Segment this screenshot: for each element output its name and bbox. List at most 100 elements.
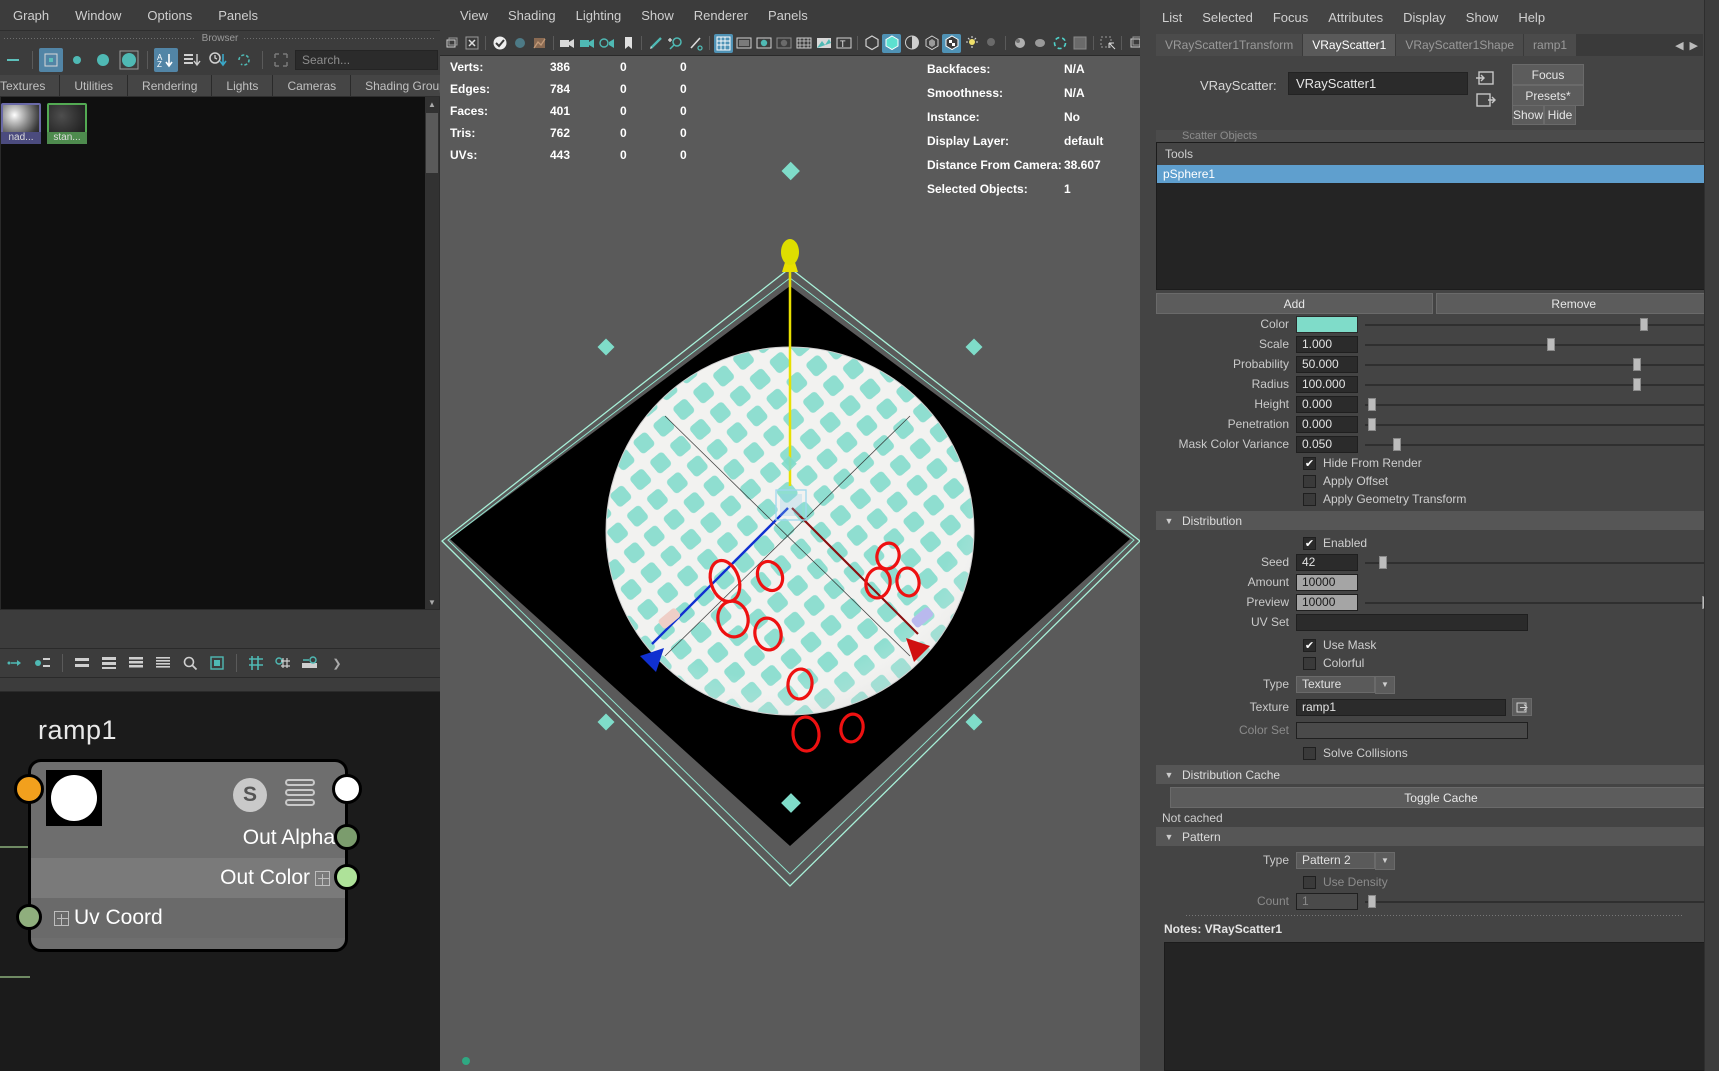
distribution-cache-section-header[interactable]: ▼ Distribution Cache <box>1156 765 1712 784</box>
swatch-size-small-icon[interactable] <box>65 48 89 72</box>
ae-tab-nav[interactable]: ◀ ▶ <box>1670 34 1703 56</box>
use-all-lights-icon[interactable] <box>962 34 981 53</box>
ne-more-icon[interactable]: ❯ <box>325 651 349 675</box>
checkbox-use-mask[interactable]: ✔ Use Mask <box>1156 636 1712 654</box>
tab-textures[interactable]: Textures <box>0 75 61 96</box>
tab-utilities[interactable]: Utilities <box>60 75 129 96</box>
amount-field[interactable]: 10000 <box>1296 573 1358 591</box>
list-item-psphere1[interactable]: pSphere1 <box>1157 165 1711 183</box>
scroll-up-icon[interactable]: ▲ <box>425 97 439 111</box>
texture-field[interactable]: ramp1 <box>1296 698 1506 716</box>
pattern-section-header[interactable]: ▼ Pattern <box>1156 827 1712 846</box>
restore-panel-icon[interactable] <box>442 34 461 53</box>
scene-render[interactable] <box>440 56 1140 1071</box>
toggle-cache-button[interactable]: Toggle Cache <box>1170 787 1712 808</box>
swatch-size-tiny-icon[interactable] <box>39 48 63 72</box>
penetration-slider[interactable] <box>1365 416 1709 433</box>
scrollbar-thumb[interactable] <box>426 113 438 173</box>
ae-tab-next-icon[interactable]: ▶ <box>1690 39 1698 52</box>
scatter-objects-header[interactable]: Scatter Objects <box>1156 130 1712 142</box>
wireframe-on-shaded-icon[interactable] <box>794 34 813 53</box>
probability-slider[interactable] <box>1365 356 1709 373</box>
distribution-type-dropdown[interactable]: Texture ▼ <box>1296 675 1395 694</box>
duplicate-icon[interactable] <box>205 651 229 675</box>
select-all-icon[interactable] <box>269 48 293 72</box>
xray-icon[interactable] <box>862 34 881 53</box>
checkbox-box[interactable] <box>1303 656 1316 670</box>
focus-button[interactable]: Focus <box>1512 64 1584 85</box>
chevron-down-icon[interactable]: ▼ <box>1375 675 1395 694</box>
node-output-port-main[interactable] <box>332 774 362 804</box>
material-swatch-area[interactable]: nad... stan... ▲ ▼ <box>0 97 440 610</box>
seed-field[interactable]: 42 <box>1296 553 1358 571</box>
ae-menu-focus[interactable]: Focus <box>1263 7 1318 28</box>
bookmark-view-icon[interactable] <box>510 34 529 53</box>
node-input-port-main[interactable] <box>14 774 44 804</box>
swatch-size-medium-icon[interactable] <box>91 48 115 72</box>
node-display-list-icon[interactable] <box>151 651 175 675</box>
checkbox-solve-collisions[interactable]: Solve Collisions <box>1156 744 1712 762</box>
hypershade-vertical-scrollbar[interactable]: ▲ ▼ <box>425 97 439 609</box>
output-connections-icon[interactable] <box>31 651 55 675</box>
ae-menu-attributes[interactable]: Attributes <box>1318 7 1393 28</box>
slider-knob[interactable] <box>1633 377 1642 391</box>
wireframe-shaded-icon[interactable] <box>754 34 773 53</box>
tab-cameras[interactable]: Cameras <box>273 75 352 96</box>
show-button[interactable]: Show <box>1512 105 1544 125</box>
checkbox-box[interactable] <box>1303 474 1316 488</box>
texture-display-icon[interactable] <box>814 34 833 53</box>
paint-effects-icon[interactable] <box>646 34 665 53</box>
texture-link-icon[interactable] <box>1512 698 1532 716</box>
chevron-down-icon[interactable]: ▼ <box>1156 770 1182 780</box>
ae-tab-prev-icon[interactable]: ◀ <box>1675 39 1683 52</box>
slider-knob[interactable] <box>1368 397 1377 411</box>
height-field[interactable]: 0.000 <box>1296 395 1358 413</box>
search-icon[interactable] <box>178 651 202 675</box>
node-display-full-icon[interactable] <box>124 651 148 675</box>
xray-joints-icon[interactable] <box>902 34 921 53</box>
load-attributes-icon[interactable] <box>1476 70 1496 86</box>
chevron-down-icon[interactable]: ▼ <box>1375 851 1395 870</box>
zoom-tool-icon[interactable] <box>666 34 685 53</box>
tab-shading-groups[interactable]: Shading Groups <box>351 75 440 96</box>
input-connections-icon[interactable] <box>4 651 28 675</box>
copy-attributes-icon[interactable] <box>1476 92 1496 108</box>
ae-menu-help[interactable]: Help <box>1508 7 1555 28</box>
isolate-select-icon[interactable] <box>1098 34 1117 53</box>
slider-knob[interactable] <box>1547 337 1556 351</box>
swatch-size-large-icon[interactable] <box>117 48 141 72</box>
expand-plus-icon[interactable] <box>54 910 69 926</box>
lock-camera-icon[interactable] <box>578 34 597 53</box>
search-input[interactable]: Search... <box>295 50 438 70</box>
chevron-down-icon[interactable]: ▼ <box>1156 832 1182 842</box>
shaded-objects-icon[interactable] <box>882 33 901 53</box>
node-row-out-alpha[interactable]: Out Alpha <box>31 818 345 858</box>
sort-by-time-icon[interactable] <box>206 48 230 72</box>
viewport-3d-area[interactable]: Verts: 386 0 0 Edges: 784 0 0 Faces: 401 <box>440 56 1140 1071</box>
height-slider[interactable] <box>1365 396 1709 413</box>
color-swatch-field[interactable] <box>1296 315 1358 333</box>
menu-graph[interactable]: Graph <box>0 5 62 26</box>
viewport-menu-panels[interactable]: Panels <box>758 5 818 26</box>
ae-menu-list[interactable]: List <box>1152 7 1192 28</box>
distribution-section-header[interactable]: ▼ Distribution <box>1156 511 1712 530</box>
slider-knob[interactable] <box>1392 437 1401 451</box>
snapshot-icon[interactable] <box>1126 34 1140 53</box>
film-gate-icon[interactable] <box>734 34 753 53</box>
checkbox-colorful[interactable]: Colorful <box>1156 654 1712 672</box>
checkbox-hide-from-render[interactable]: ✔ Hide From Render <box>1156 454 1712 472</box>
menu-window[interactable]: Window <box>62 5 134 26</box>
menu-panels[interactable]: Panels <box>205 5 271 26</box>
color-slider[interactable] <box>1365 316 1709 333</box>
viewport-menu-show[interactable]: Show <box>631 5 684 26</box>
checkbox-box[interactable] <box>1303 492 1316 506</box>
preview-field[interactable]: 10000 <box>1296 593 1358 611</box>
checkbox-use-density[interactable]: Use Density <box>1156 873 1712 891</box>
xray-active-icon[interactable] <box>922 34 941 53</box>
smooth-shaded-icon[interactable] <box>774 34 793 53</box>
out-color-port[interactable] <box>334 864 360 890</box>
ae-tab-ramp1[interactable]: ramp1 <box>1524 34 1578 56</box>
ae-menu-display[interactable]: Display <box>1393 7 1456 28</box>
ramp1-node[interactable]: S Out Alpha Out Color Uv Coord <box>14 759 362 952</box>
auto-layout-icon[interactable] <box>298 651 322 675</box>
